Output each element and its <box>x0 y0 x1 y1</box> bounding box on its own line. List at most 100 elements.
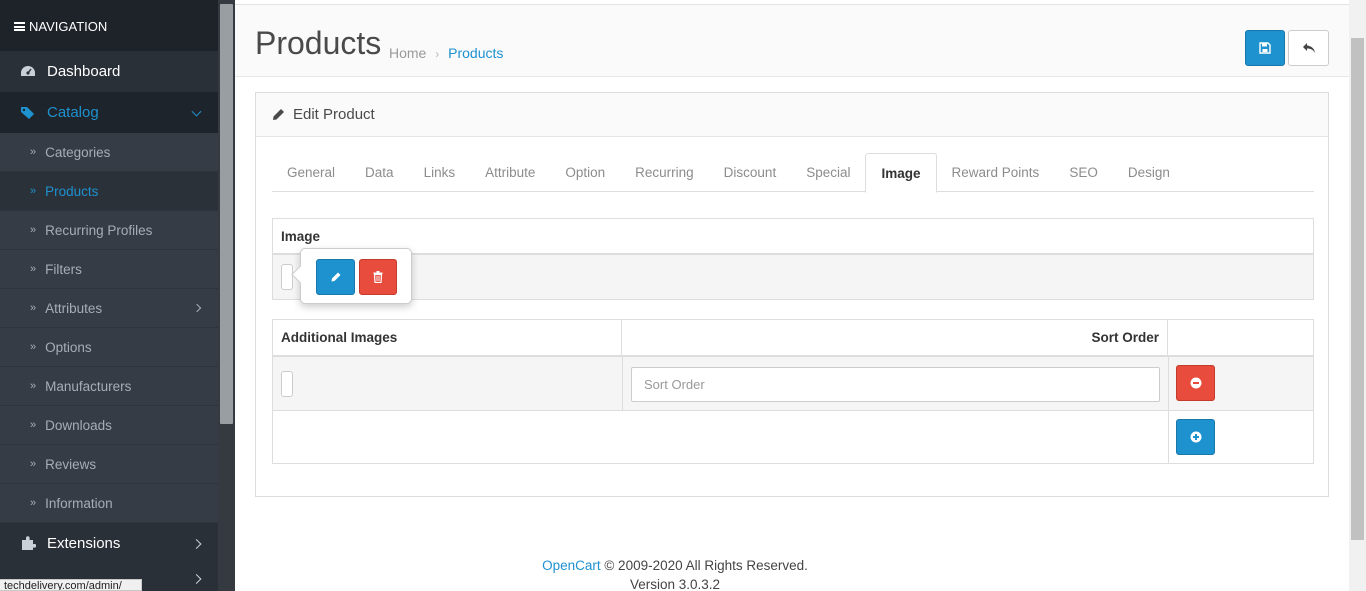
sort-order-header: Sort Order <box>622 320 1168 355</box>
additional-images-table: Additional Images Sort Order <box>272 319 1314 464</box>
sidebar-item-catalog[interactable]: Catalog <box>0 92 218 133</box>
chevron-right-icon <box>191 538 202 549</box>
sidebar-item-manufacturers[interactable]: » Manufacturers <box>0 367 218 406</box>
edit-product-panel: Edit Product General Data Links Attribut… <box>255 92 1329 497</box>
tab-attribute[interactable]: Attribute <box>470 153 550 192</box>
table-row <box>273 357 1313 411</box>
sidebar-item-label: Downloads <box>45 417 112 433</box>
table-header-row: Additional Images Sort Order <box>273 320 1313 357</box>
puzzle-icon <box>19 536 37 551</box>
sidebar-item-label: Manufacturers <box>45 378 132 394</box>
scrollbar-thumb[interactable] <box>1351 38 1364 540</box>
scrollbar-thumb[interactable] <box>220 4 233 424</box>
image-header: Image <box>273 219 1313 255</box>
sidebar-scrollbar[interactable] <box>218 0 235 591</box>
footer: OpenCart © 2009-2020 All Rights Reserved… <box>235 556 1115 591</box>
page-title: Products <box>255 25 382 61</box>
reply-icon <box>1302 43 1315 53</box>
sidebar-item-extensions[interactable]: Extensions <box>0 523 218 564</box>
plus-circle-icon <box>1190 431 1201 443</box>
sidebar-item-attributes[interactable]: » Attributes <box>0 289 218 328</box>
panel-heading: Edit Product <box>256 93 1328 137</box>
page-scrollbar[interactable] <box>1349 0 1366 591</box>
navigation-header[interactable]: NAVIGATION <box>0 0 218 51</box>
tab-special[interactable]: Special <box>791 153 865 192</box>
image-table: Image <box>272 218 1314 300</box>
sidebar-item-label: Information <box>45 495 113 511</box>
edit-image-button[interactable] <box>316 259 355 295</box>
chevron-right-icon <box>191 574 202 584</box>
sidebar-item-downloads[interactable]: » Downloads <box>0 406 218 445</box>
tab-option[interactable]: Option <box>550 153 620 192</box>
sidebar-item-filters[interactable]: » Filters <box>0 250 218 289</box>
breadcrumb-home[interactable]: Home <box>389 45 426 61</box>
sidebar-item-label: Reviews <box>45 456 97 472</box>
chevron-down-icon <box>191 106 202 117</box>
sort-order-input[interactable] <box>631 367 1160 402</box>
pencil-icon <box>273 109 284 120</box>
back-button[interactable] <box>1288 30 1329 66</box>
tab-links[interactable]: Links <box>409 153 471 192</box>
tab-recurring[interactable]: Recurring <box>620 153 709 192</box>
sidebar-item-label: Products <box>45 183 99 199</box>
sidebar-item-options[interactable]: » Options <box>0 328 218 367</box>
breadcrumb: Home › Products <box>389 45 503 61</box>
browser-status-url: techdelivery.com/admin/ <box>0 579 142 591</box>
double-chevron-icon: » <box>30 380 37 392</box>
save-icon <box>1259 42 1271 54</box>
sidebar-item-label: Options <box>45 339 92 355</box>
navigation-title: NAVIGATION <box>29 19 108 34</box>
tab-data[interactable]: Data <box>350 153 409 192</box>
double-chevron-icon: » <box>30 302 37 314</box>
clear-image-button[interactable] <box>359 259 397 295</box>
double-chevron-icon: » <box>30 419 37 431</box>
sidebar-item-label: Categories <box>45 144 111 160</box>
breadcrumb-products[interactable]: Products <box>448 45 503 61</box>
tab-image[interactable]: Image <box>865 153 937 193</box>
panel-title: Edit Product <box>293 106 375 123</box>
double-chevron-icon: » <box>30 458 37 470</box>
tab-seo[interactable]: SEO <box>1054 153 1113 192</box>
minus-circle-icon <box>1190 377 1201 389</box>
catalog-submenu: » Categories » Products » Recurring Profile… <box>0 133 218 523</box>
save-button[interactable] <box>1245 30 1285 66</box>
product-tabs: General Data Links Attribute Option Recu… <box>272 153 1314 193</box>
double-chevron-icon: » <box>30 341 37 353</box>
tags-icon <box>19 106 37 120</box>
sidebar-item-products[interactable]: » Products <box>0 172 218 211</box>
tab-design[interactable]: Design <box>1113 153 1185 192</box>
trash-icon <box>373 271 383 283</box>
sidebar-item-label: Dashboard <box>47 63 121 80</box>
sidebar-item-dashboard[interactable]: Dashboard <box>0 51 218 92</box>
sidebar: NAVIGATION Dashboard Catalog » Categories… <box>0 0 218 591</box>
chevron-right-icon <box>192 303 202 313</box>
add-image-button[interactable] <box>1176 419 1215 455</box>
image-popover <box>300 248 412 304</box>
double-chevron-icon: » <box>30 146 37 158</box>
dashboard-icon <box>19 65 37 79</box>
tab-general[interactable]: General <box>272 153 350 192</box>
additional-images-header: Additional Images <box>273 320 622 355</box>
sidebar-item-label: Catalog <box>47 104 99 121</box>
opencart-link[interactable]: OpenCart <box>542 558 601 573</box>
table-row <box>273 411 1313 464</box>
double-chevron-icon: » <box>30 224 37 236</box>
remove-image-button[interactable] <box>1176 365 1215 401</box>
sidebar-item-reviews[interactable]: » Reviews <box>0 445 218 484</box>
double-chevron-icon: » <box>30 497 37 509</box>
additional-image-thumbnail[interactable] <box>281 371 293 397</box>
image-thumbnail[interactable] <box>281 264 293 290</box>
page-header: Products Home › Products <box>235 5 1349 77</box>
version-text: Version 3.0.3.2 <box>629 577 721 591</box>
double-chevron-icon: » <box>30 263 37 275</box>
tab-discount[interactable]: Discount <box>709 153 792 192</box>
sidebar-item-categories[interactable]: » Categories <box>0 133 218 172</box>
sidebar-item-information[interactable]: » Information <box>0 484 218 523</box>
copyright-text: © 2009-2020 All Rights Reserved. <box>600 558 808 573</box>
breadcrumb-separator: › <box>435 47 440 61</box>
sidebar-item-label: Recurring Profiles <box>45 222 153 238</box>
sidebar-item-label: Attributes <box>45 300 103 316</box>
tab-reward-points[interactable]: Reward Points <box>937 153 1055 192</box>
sidebar-item-label: Extensions <box>47 535 121 552</box>
sidebar-item-recurring-profiles[interactable]: » Recurring Profiles <box>0 211 218 250</box>
